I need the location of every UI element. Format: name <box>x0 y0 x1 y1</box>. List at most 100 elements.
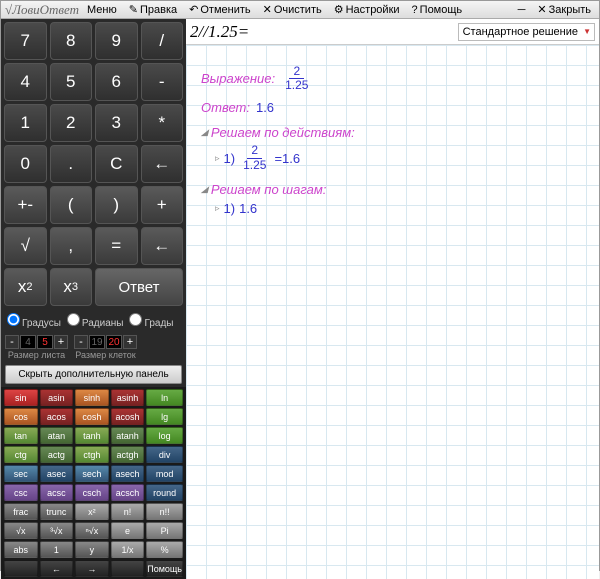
sci-csc[interactable]: csc <box>4 484 38 501</box>
key-0[interactable]: 0 <box>4 145 47 183</box>
key-comma[interactable]: , <box>50 227 93 265</box>
angle-mode: Градусы Радианы Грады <box>1 309 186 333</box>
key-plusminus[interactable]: +- <box>4 186 47 224</box>
sci-sec[interactable]: sec <box>4 465 38 482</box>
sci-frac[interactable]: frac <box>4 503 38 520</box>
sci-³√x[interactable]: ³√x <box>40 522 74 539</box>
menu-btn[interactable]: Меню <box>83 2 121 18</box>
close-btn[interactable]: ✕ Закрыть <box>533 1 595 18</box>
sci-tan[interactable]: tan <box>4 427 38 444</box>
sci-acos[interactable]: acos <box>40 408 74 425</box>
sci-x²[interactable]: x² <box>75 503 109 520</box>
key-6[interactable]: 6 <box>95 63 138 101</box>
solution-dropdown[interactable]: Стандартное решение <box>458 23 595 41</box>
cell-label: Размер клеток <box>75 350 135 360</box>
sci-actgh[interactable]: actgh <box>111 446 145 463</box>
key-9[interactable]: 9 <box>95 22 138 60</box>
sci-e[interactable]: e <box>111 522 145 539</box>
sci-mod[interactable]: mod <box>146 465 183 482</box>
sci-ctgh[interactable]: ctgh <box>75 446 109 463</box>
grad-radio[interactable]: Грады <box>129 313 173 329</box>
hide-extra-panel[interactable]: Скрыть дополнительную панель <box>5 365 182 384</box>
sci-n!![interactable]: n!! <box>146 503 183 520</box>
sci-n![interactable]: n! <box>111 503 145 520</box>
help-btn[interactable]: ? Помощь <box>408 2 467 18</box>
sci-atanh[interactable]: atanh <box>111 427 145 444</box>
sci-1[interactable]: 1 <box>40 541 74 558</box>
sci-ctg[interactable]: ctg <box>4 446 38 463</box>
key-divide[interactable]: / <box>141 22 184 60</box>
cell-val-2: 20 <box>106 335 122 349</box>
key-1[interactable]: 1 <box>4 104 47 142</box>
sci-1/x[interactable]: 1/x <box>111 541 145 558</box>
sci-trunc[interactable]: trunc <box>40 503 74 520</box>
sheet-plus[interactable]: + <box>54 335 68 349</box>
sci-acsc[interactable]: acsc <box>40 484 74 501</box>
sci-ⁿ√x[interactable]: ⁿ√x <box>75 522 109 539</box>
key-5[interactable]: 5 <box>50 63 93 101</box>
collapse-icon[interactable]: ◢ <box>201 184 208 195</box>
sci-abs[interactable]: abs <box>4 541 38 558</box>
sci-y[interactable]: y <box>75 541 109 558</box>
key-equals[interactable]: = <box>95 227 138 265</box>
sci-←[interactable]: ← <box>40 560 74 577</box>
key-rparen[interactable]: ) <box>95 186 138 224</box>
sci-cosh[interactable]: cosh <box>75 408 109 425</box>
key-clear[interactable]: C <box>95 145 138 183</box>
sci-cos[interactable]: cos <box>4 408 38 425</box>
clear-btn[interactable]: ✕ Очистить <box>259 1 326 18</box>
minimize-btn[interactable]: ─ <box>514 2 530 18</box>
sci-csch[interactable]: csch <box>75 484 109 501</box>
sci-acsch[interactable]: acsch <box>111 484 145 501</box>
key-plus[interactable]: + <box>141 186 184 224</box>
key-x3[interactable]: x3 <box>50 268 93 306</box>
key-multiply[interactable]: * <box>141 104 184 142</box>
undo-btn[interactable]: ↶ Отменить <box>185 1 254 18</box>
rad-radio[interactable]: Радианы <box>67 313 124 329</box>
settings-btn[interactable]: ⚙ Настройки <box>330 1 404 18</box>
sci-sin[interactable]: sin <box>4 389 38 406</box>
edit-btn[interactable]: ✎ Правка <box>125 1 181 18</box>
expression-input[interactable]: 2//1.25= <box>190 22 458 42</box>
deg-radio[interactable]: Градусы <box>7 313 61 329</box>
sci-round[interactable]: round <box>146 484 183 501</box>
key-sqrt[interactable]: √ <box>4 227 47 265</box>
sci-blank <box>4 560 38 577</box>
sci-%[interactable]: % <box>146 541 183 558</box>
sci-sech[interactable]: sech <box>75 465 109 482</box>
sci-div[interactable]: div <box>146 446 183 463</box>
key-x2[interactable]: x2 <box>4 268 47 306</box>
sci-atan[interactable]: atan <box>40 427 74 444</box>
key-8[interactable]: 8 <box>50 22 93 60</box>
cell-plus[interactable]: + <box>123 335 137 349</box>
sci-asin[interactable]: asin <box>40 389 74 406</box>
sci-ln[interactable]: ln <box>146 389 183 406</box>
sheet-minus[interactable]: - <box>5 335 19 349</box>
sci-→[interactable]: → <box>75 560 109 577</box>
key-dot[interactable]: . <box>50 145 93 183</box>
sci-asech[interactable]: asech <box>111 465 145 482</box>
sci-log[interactable]: log <box>146 427 183 444</box>
key-lparen[interactable]: ( <box>50 186 93 224</box>
cell-minus[interactable]: - <box>74 335 88 349</box>
key-3[interactable]: 3 <box>95 104 138 142</box>
sci-Помощь[interactable]: Помощь <box>146 560 183 577</box>
collapse-icon[interactable]: ◢ <box>201 127 208 138</box>
key-2[interactable]: 2 <box>50 104 93 142</box>
key-4[interactable]: 4 <box>4 63 47 101</box>
sci-tanh[interactable]: tanh <box>75 427 109 444</box>
sci-lg[interactable]: lg <box>146 408 183 425</box>
key-minus[interactable]: - <box>141 63 184 101</box>
key-bksp[interactable]: ← <box>141 227 184 265</box>
sci-Pi[interactable]: Pi <box>146 522 183 539</box>
sci-sinh[interactable]: sinh <box>75 389 109 406</box>
app-logo: √ЛовиОтвет <box>5 2 79 18</box>
key-answer[interactable]: Ответ <box>95 268 183 306</box>
sci-asec[interactable]: asec <box>40 465 74 482</box>
key-back[interactable]: ← <box>141 145 184 183</box>
sci-√x[interactable]: √x <box>4 522 38 539</box>
sci-acosh[interactable]: acosh <box>111 408 145 425</box>
key-7[interactable]: 7 <box>4 22 47 60</box>
sci-actg[interactable]: actg <box>40 446 74 463</box>
sci-asinh[interactable]: asinh <box>111 389 145 406</box>
